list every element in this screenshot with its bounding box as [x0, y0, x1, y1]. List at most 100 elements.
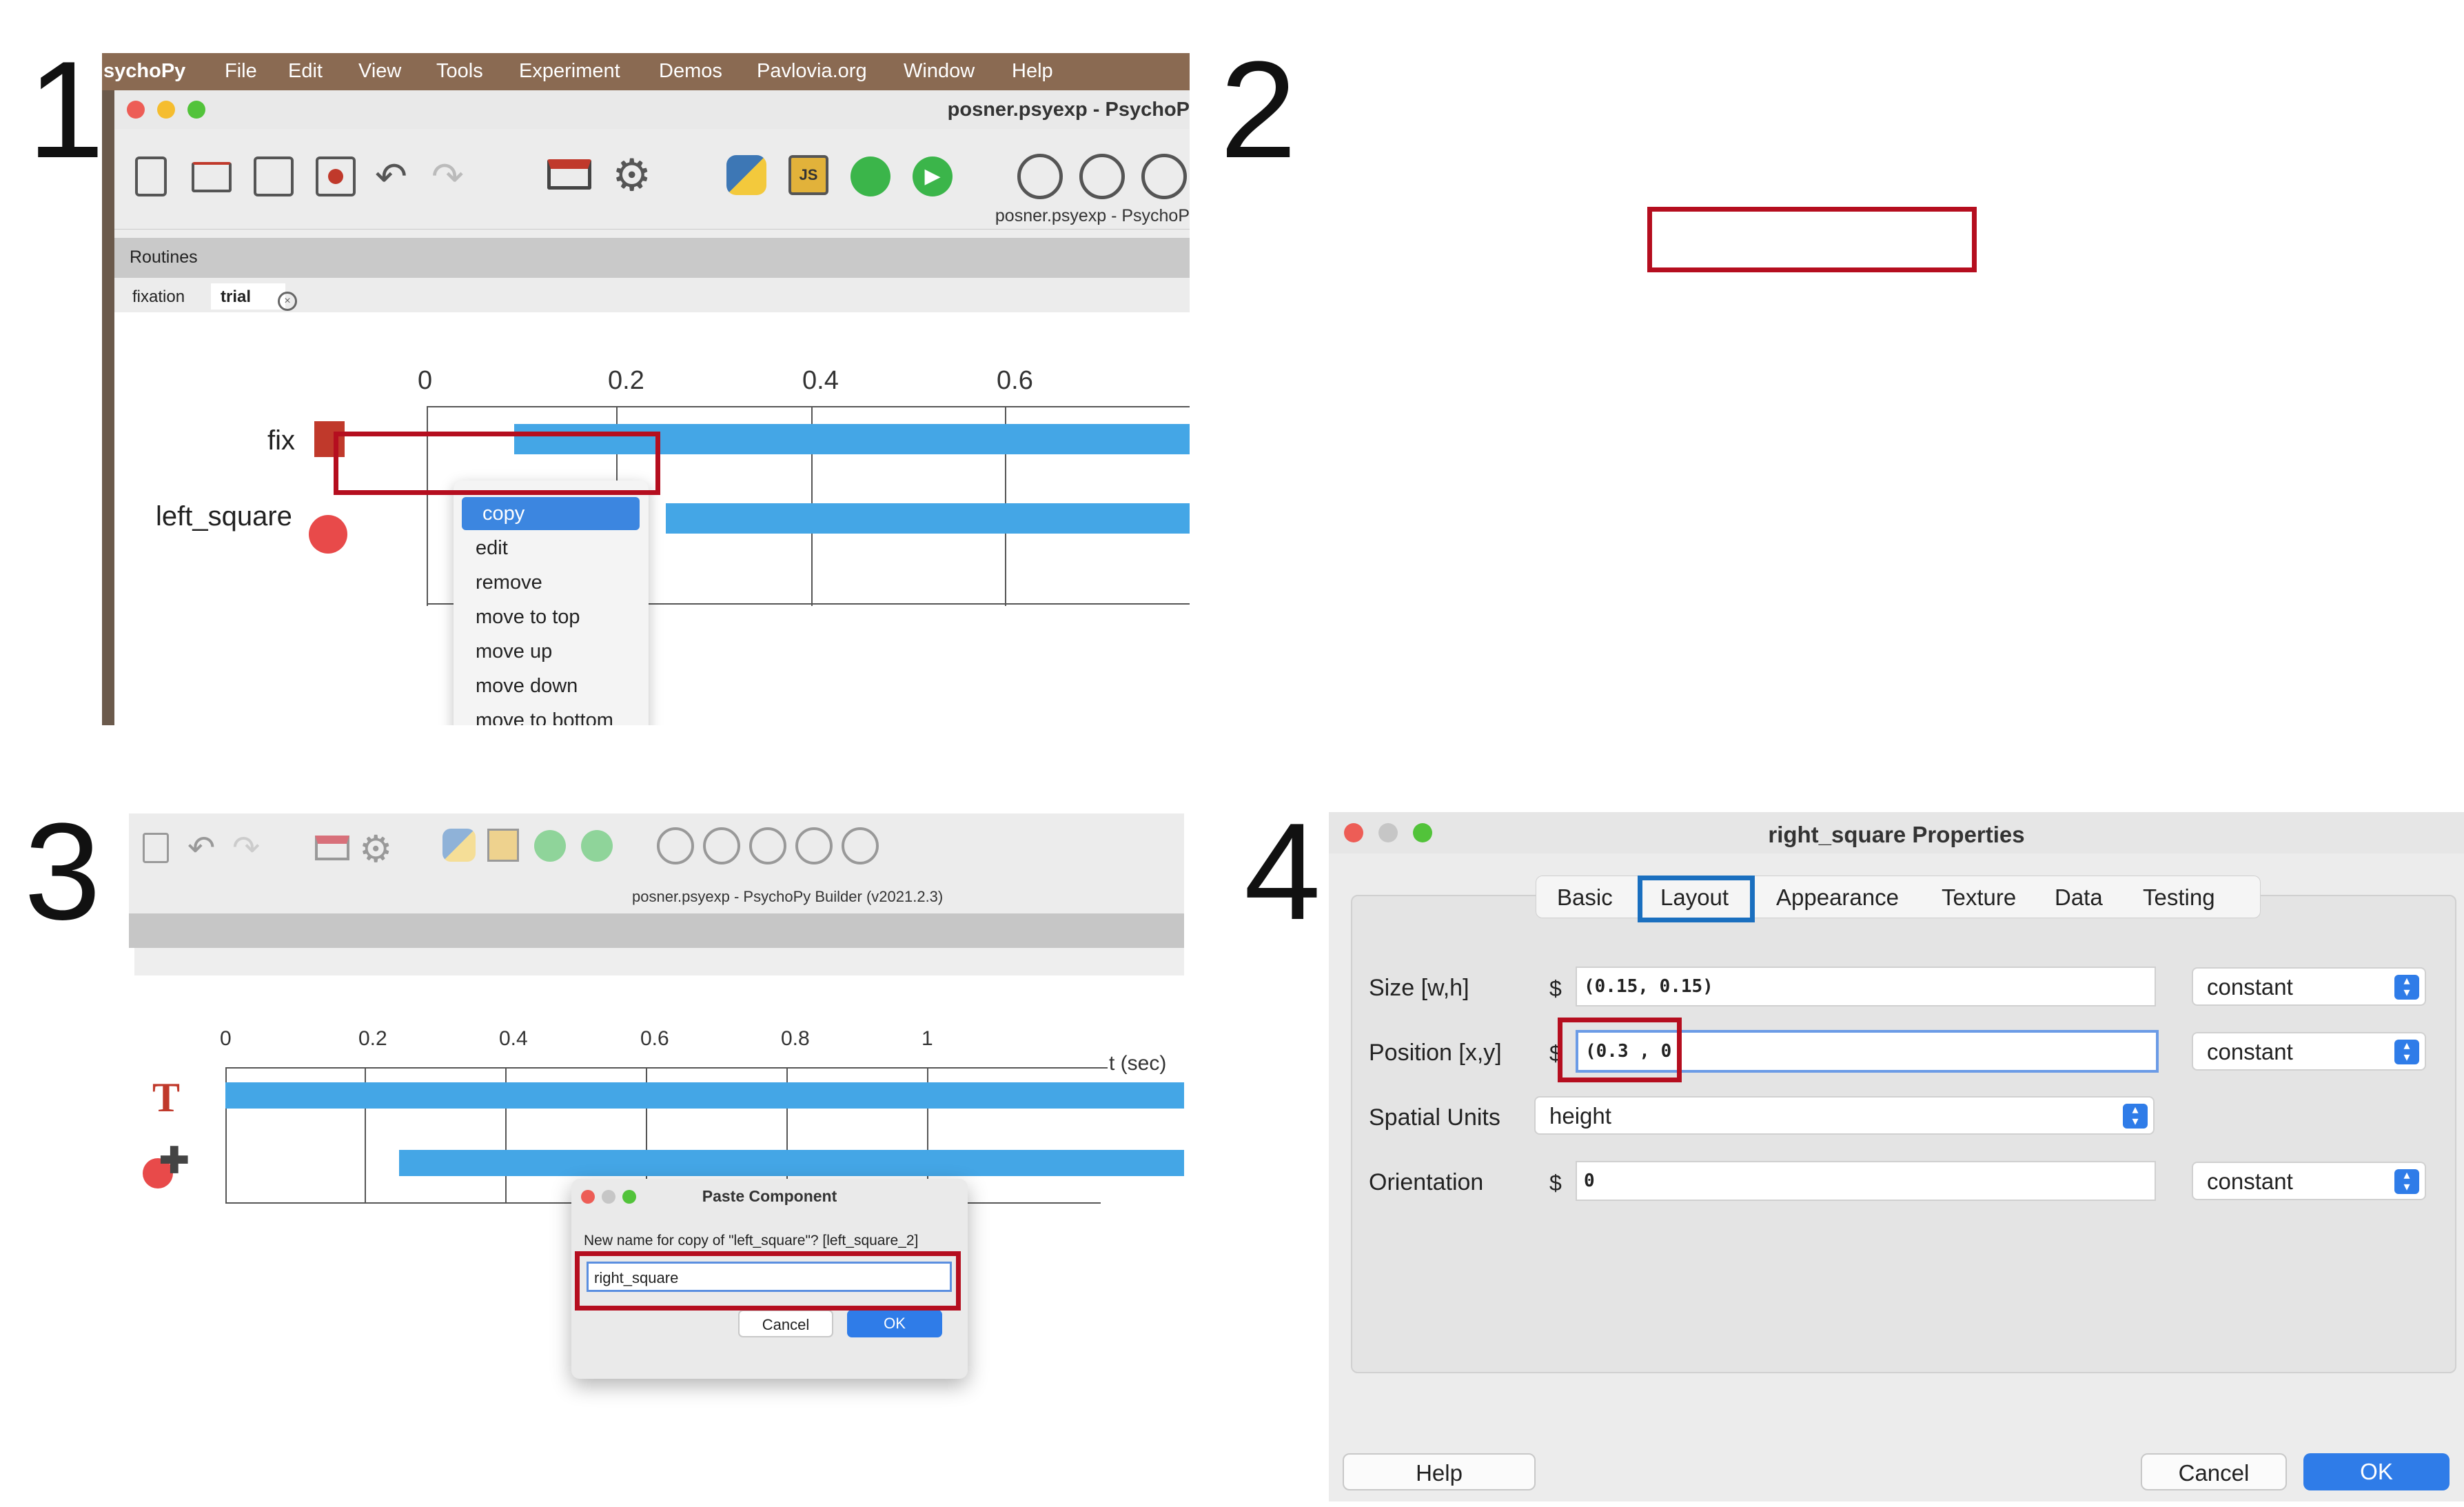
menu-window[interactable]: Window [904, 60, 975, 83]
globe-icon-2[interactable] [703, 827, 740, 864]
timeline-tick: 0 [220, 1027, 232, 1050]
globe-icon-3[interactable] [1141, 154, 1187, 199]
tab-fixation[interactable]: fixation [123, 283, 194, 310]
menu-edit[interactable]: Edit [288, 60, 323, 83]
timeline-tick: 0.8 [781, 1027, 810, 1050]
context-menu-remove[interactable]: remove [476, 572, 542, 594]
left-square-timeline-bar[interactable] [666, 503, 1190, 534]
globe-icon-3[interactable] [749, 827, 786, 864]
tab-texture[interactable]: Texture [1942, 884, 2016, 911]
size-label: Size [w,h] [1369, 975, 1469, 1001]
context-menu-move-up[interactable]: move up [476, 640, 552, 663]
size-field[interactable]: (0.15, 0.15) [1576, 967, 2156, 1007]
ok-button[interactable]: OK [2303, 1453, 2450, 1490]
timeline-tick: 0.6 [997, 366, 1033, 395]
python-icon[interactable] [442, 829, 476, 862]
tab-trial[interactable]: trial [211, 283, 286, 310]
highlight-empty-box [1647, 207, 1977, 272]
menu-app[interactable]: sychoPy [103, 60, 185, 83]
python-icon[interactable] [726, 155, 766, 195]
context-menu-copy[interactable]: copy [462, 497, 640, 530]
orientation-update-dropdown[interactable]: constant ▴ ▾ [2192, 1162, 2426, 1200]
cancel-button[interactable]: Cancel [2141, 1453, 2287, 1490]
gear-icon[interactable]: ⚙ [612, 153, 652, 197]
timeline-tick: 0.2 [358, 1027, 387, 1050]
cancel-button[interactable]: Cancel [738, 1310, 833, 1337]
tab-basic[interactable]: Basic [1557, 884, 1613, 911]
tab-trial-label: trial [221, 287, 252, 306]
menu-experiment[interactable]: Experiment [519, 60, 620, 83]
globe-icon-4[interactable] [795, 827, 833, 864]
orientation-field[interactable]: 0 [1576, 1161, 2156, 1201]
run-pilot-icon[interactable] [534, 830, 566, 862]
tab-testing[interactable]: Testing [2143, 884, 2215, 911]
close-tab-icon[interactable]: × [278, 292, 297, 311]
globe-icon-1[interactable] [657, 827, 694, 864]
text-component-icon[interactable]: T [152, 1074, 180, 1122]
context-menu: copy edit remove move to top move up mov… [454, 481, 649, 725]
component-label-fix[interactable]: fix [267, 425, 295, 456]
component-label-left-square[interactable]: left_square [156, 501, 292, 532]
spatial-units-dropdown[interactable]: height ▴ ▾ [1534, 1096, 2155, 1135]
ok-button[interactable]: OK [847, 1310, 942, 1337]
dialog-title: right_square Properties [1768, 822, 2025, 847]
timeline-tick: 0.4 [802, 366, 839, 395]
redo-icon[interactable]: ↷ [431, 156, 471, 196]
tab-appearance[interactable]: Appearance [1776, 884, 1899, 911]
menu-pavlovia[interactable]: Pavlovia.org [757, 60, 867, 83]
menu-file[interactable]: File [225, 60, 257, 83]
menu-help[interactable]: Help [1012, 60, 1053, 83]
menu-view[interactable]: View [358, 60, 401, 83]
js-icon[interactable] [487, 829, 519, 862]
globe-icon-5[interactable] [842, 827, 879, 864]
size-update-dropdown[interactable]: constant ▴ ▾ [2192, 967, 2426, 1006]
spatial-units-label: Spatial Units [1369, 1104, 1500, 1131]
context-menu-move-to-bottom[interactable]: move to bottom [476, 709, 613, 725]
window-title: posner.psyexp - PsychoP [947, 99, 1190, 121]
step-number-4: 4 [1244, 795, 1321, 949]
step-number-1: 1 [28, 33, 105, 187]
close-window-button[interactable] [127, 101, 145, 119]
context-menu-move-down[interactable]: move down [476, 675, 578, 698]
routines-bar: Routines [114, 238, 1190, 278]
undo-icon[interactable]: ↶ [375, 156, 415, 196]
context-menu-move-to-top[interactable]: move to top [476, 606, 580, 629]
gear-icon[interactable]: ⚙ [359, 827, 399, 870]
chevron-updown-icon: ▴ ▾ [2394, 1169, 2419, 1194]
tab-data[interactable]: Data [2055, 884, 2103, 911]
save-icon[interactable] [254, 156, 294, 196]
js-icon[interactable]: JS [788, 155, 828, 195]
menu-tools[interactable]: Tools [436, 60, 483, 83]
panel-4-properties-dialog: right_square Properties Basic Layout App… [1329, 812, 2464, 1501]
chevron-updown-icon: ▴ ▾ [2394, 1039, 2419, 1064]
routines-label: Routines [130, 247, 198, 267]
open-folder-icon[interactable] [192, 162, 232, 192]
redo-icon[interactable]: ↷ [232, 829, 272, 869]
help-button[interactable]: Help [1343, 1453, 1536, 1490]
globe-icon-1[interactable] [1017, 154, 1063, 199]
save-as-icon[interactable] [143, 833, 169, 863]
orientation-label: Orientation [1369, 1169, 1484, 1195]
run-pilot-icon[interactable] [851, 156, 890, 196]
undo-icon[interactable]: ↶ [187, 829, 227, 869]
position-update-dropdown[interactable]: constant ▴ ▾ [2192, 1032, 2426, 1071]
mac-menubar: sychoPy File Edit View Tools Experiment … [102, 53, 1190, 90]
monitor-icon[interactable] [315, 836, 349, 860]
globe-icon-2[interactable] [1079, 154, 1125, 199]
fix-timeline-bar[interactable] [225, 1082, 1184, 1109]
step-number-2: 2 [1220, 33, 1297, 187]
context-menu-edit[interactable]: edit [476, 537, 508, 560]
left-square-timeline-bar[interactable] [399, 1150, 1184, 1176]
builder-window: posner.psyexp - PsychoP ↶ ↷ ⚙ JS ▶ posne… [114, 90, 1190, 725]
run-icon[interactable] [581, 830, 613, 862]
zoom-window-button[interactable] [187, 101, 205, 119]
highlight-layout-tab [1638, 876, 1755, 922]
save-as-icon[interactable] [316, 156, 356, 196]
run-icon[interactable]: ▶ [913, 156, 953, 196]
minimize-window-button[interactable] [157, 101, 175, 119]
new-file-icon[interactable] [135, 156, 167, 196]
monitor-icon[interactable] [547, 159, 591, 190]
polygon-component-icon[interactable] [309, 515, 347, 554]
menu-demos[interactable]: Demos [659, 60, 722, 83]
size-dollar: $ [1549, 976, 1562, 1001]
